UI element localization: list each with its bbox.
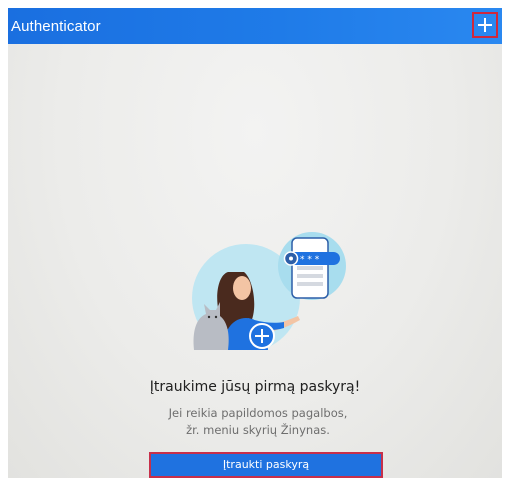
svg-text:* * *: * * * <box>300 255 320 265</box>
app-bar: Authenticator <box>8 8 502 44</box>
screenshot-frame: Authenticator * * * Įtraukime jūsų pirmą… <box>0 0 510 486</box>
frame-edge <box>0 478 510 486</box>
empty-state-headline: Įtraukime jūsų pirmą paskyrą! <box>149 379 361 395</box>
plus-icon <box>478 18 492 32</box>
empty-state-illustration: * * * <box>192 232 346 350</box>
main-content: * * * Įtraukime jūsų pirmą paskyrą! Jei … <box>8 44 502 478</box>
add-account-primary-button[interactable]: Įtraukti paskyrą <box>149 452 383 478</box>
empty-state-help-text: Jei reikia papildomos pagalbos, žr. meni… <box>168 406 348 437</box>
app-title: Authenticator <box>11 17 101 35</box>
add-account-button[interactable] <box>472 12 498 38</box>
